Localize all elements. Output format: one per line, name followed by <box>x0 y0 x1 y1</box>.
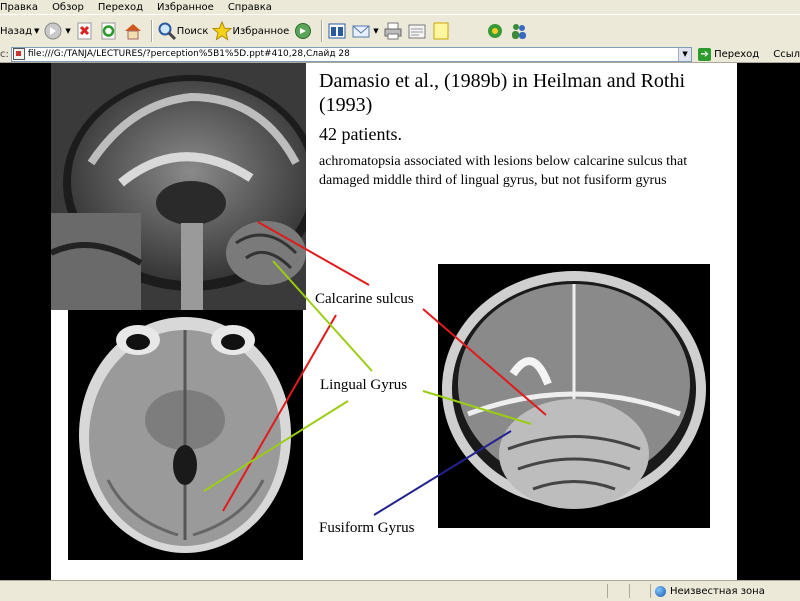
fusiform-line-coronal <box>373 430 512 516</box>
toolbar: Назад ▼ ▼ Поиск Избранное ▼ <box>0 14 800 48</box>
toolbar-separator <box>150 20 153 42</box>
refresh-icon <box>99 21 119 41</box>
stop-button[interactable] <box>75 18 95 44</box>
messenger-button[interactable] <box>485 18 505 44</box>
notes-button[interactable] <box>431 18 451 44</box>
star-icon <box>212 21 233 41</box>
users-icon <box>509 21 529 41</box>
globe-icon <box>655 585 666 597</box>
menu-view[interactable]: Обзор <box>45 2 91 13</box>
slide: Damasio et al., (1989b) in Heilman and R… <box>51 63 737 580</box>
note-icon <box>431 21 451 41</box>
back-button[interactable]: Назад ▼ <box>0 18 39 44</box>
refresh-button[interactable] <box>99 18 119 44</box>
security-zone: Неизвестная зона <box>650 584 800 598</box>
printer-icon <box>383 21 403 41</box>
document-viewport: Damasio et al., (1989b) in Heilman and R… <box>0 63 800 580</box>
history-button[interactable] <box>327 18 347 44</box>
security-zone-label: Неизвестная зона <box>670 585 765 597</box>
print-button[interactable] <box>383 18 403 44</box>
forward-dropdown-icon[interactable]: ▼ <box>65 27 70 35</box>
media-button[interactable] <box>293 18 313 44</box>
home-icon <box>123 21 143 41</box>
address-box[interactable]: ▼ <box>10 46 693 62</box>
edit-button[interactable] <box>407 18 427 44</box>
stop-icon <box>75 21 95 41</box>
edit-icon <box>407 21 427 41</box>
forward-icon <box>43 21 63 41</box>
page-icon <box>12 48 25 60</box>
calcarine-line-sagittal <box>257 221 370 286</box>
history-icon <box>327 21 347 41</box>
address-label: с: <box>0 48 9 60</box>
address-dropdown-icon[interactable]: ▼ <box>678 47 692 61</box>
menu-favorites[interactable]: Избранное <box>150 2 221 13</box>
mail-button[interactable]: ▼ <box>351 18 379 44</box>
favorites-button[interactable]: Избранное <box>212 18 289 44</box>
address-input[interactable] <box>27 48 668 60</box>
go-label: Переход <box>714 48 760 60</box>
lingual-line-coronal <box>422 390 532 425</box>
status-pane <box>607 584 628 598</box>
menu-go[interactable]: Переход <box>91 2 150 13</box>
lingual-line-axial <box>203 400 349 492</box>
back-dropdown-icon[interactable]: ▼ <box>34 27 39 35</box>
back-label: Назад <box>0 25 33 37</box>
flower-icon <box>485 21 505 41</box>
address-bar: с: ▼ ➔ Переход Ссыл <box>0 46 800 63</box>
annotation-lines <box>203 221 547 516</box>
home-button[interactable] <box>123 18 143 44</box>
menu-help[interactable]: Справка <box>221 2 279 13</box>
media-icon <box>293 21 313 41</box>
mail-dropdown-icon[interactable]: ▼ <box>373 27 378 35</box>
calcarine-line-axial <box>222 314 337 512</box>
favorites-label: Избранное <box>232 25 290 37</box>
search-icon <box>157 21 177 41</box>
links-label[interactable]: Ссыл <box>773 49 800 60</box>
menu-edit[interactable]: Правка <box>0 2 45 13</box>
status-text-pane <box>0 584 606 598</box>
status-pane <box>629 584 650 598</box>
menu-bar: Правка Обзор Переход Избранное Справка <box>0 0 800 14</box>
mail-icon <box>351 21 371 41</box>
search-button[interactable]: Поиск <box>157 18 209 44</box>
toolbar-separator <box>321 20 324 42</box>
status-bar: Неизвестная зона <box>0 580 800 601</box>
go-arrow-icon: ➔ <box>698 47 712 61</box>
users-button[interactable] <box>509 18 529 44</box>
forward-button[interactable]: ▼ <box>43 18 71 44</box>
go-button[interactable]: ➔ Переход <box>698 47 760 61</box>
search-label: Поиск <box>176 25 209 37</box>
calcarine-line-coronal <box>422 308 547 416</box>
